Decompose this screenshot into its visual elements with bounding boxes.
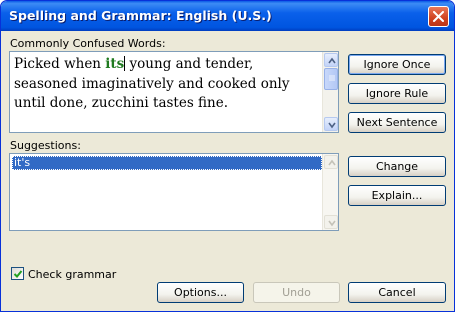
check-grammar-checkbox[interactable] xyxy=(11,267,24,280)
arrow-up-icon xyxy=(328,159,336,166)
grip-icon xyxy=(329,75,335,81)
suggestions-label: Suggestions: xyxy=(10,139,81,152)
suggestions-scrollbar xyxy=(322,154,338,230)
suggestions-scroll-down xyxy=(324,215,338,229)
next-sentence-button[interactable]: Next Sentence xyxy=(348,112,446,133)
sentence-label: Commonly Confused Words: xyxy=(10,37,166,50)
check-grammar-label[interactable]: Check grammar xyxy=(28,268,116,281)
change-button[interactable]: Change xyxy=(348,156,446,177)
close-icon xyxy=(433,11,444,22)
close-button[interactable] xyxy=(428,6,449,27)
sentence-text-before: Picked when xyxy=(14,56,106,72)
title-bar[interactable]: Spelling and Grammar: English (U.S.) xyxy=(1,1,454,31)
window-title: Spelling and Grammar: English (U.S.) xyxy=(9,8,272,23)
options-button[interactable]: Options... xyxy=(157,282,244,303)
checkmark-icon xyxy=(13,270,23,278)
arrow-up-icon xyxy=(328,57,336,64)
arrow-down-icon xyxy=(328,122,336,129)
undo-button: Undo xyxy=(253,282,340,303)
cancel-button[interactable]: Cancel xyxy=(348,282,446,303)
suggestions-scroll-up xyxy=(324,155,338,169)
arrow-down-icon xyxy=(328,220,336,227)
suggestions-list[interactable]: it's xyxy=(9,153,339,231)
explain-button[interactable]: Explain... xyxy=(348,185,446,206)
scroll-down-button[interactable] xyxy=(324,117,338,131)
suggestion-item[interactable]: it's xyxy=(12,156,322,170)
scroll-thumb[interactable] xyxy=(324,68,338,90)
sentence-textbox[interactable]: Picked when its young and tender, season… xyxy=(9,51,339,133)
scroll-up-button[interactable] xyxy=(324,53,338,67)
sentence-scrollbar[interactable] xyxy=(322,52,338,132)
ignore-once-button[interactable]: Ignore Once xyxy=(348,54,446,75)
sentence-text[interactable]: Picked when its young and tender, season… xyxy=(14,55,319,114)
ignore-rule-button[interactable]: Ignore Rule xyxy=(348,83,446,104)
error-word: its xyxy=(105,56,125,72)
spelling-grammar-dialog: Spelling and Grammar: English (U.S.) Com… xyxy=(0,0,455,312)
